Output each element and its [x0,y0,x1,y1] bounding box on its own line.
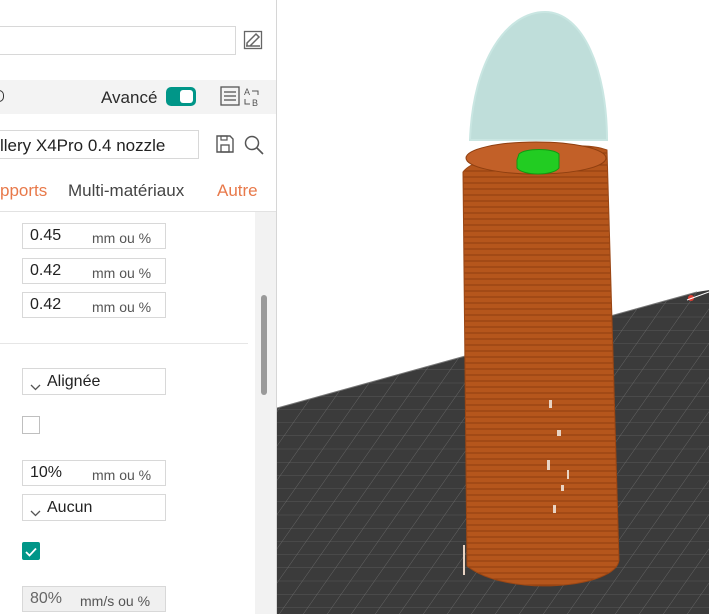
search-icon[interactable] [243,134,265,156]
scrollbar-track[interactable] [255,212,277,614]
check-icon [24,545,38,563]
chevron-down-icon [30,378,41,396]
settings-panel: Avancé A B llery X4Pro 0.4 nozzle pports… [0,0,277,614]
tab-other[interactable]: Autre [217,181,258,201]
model-body [462,145,620,587]
speed-field-unit: mm/s ou % [80,593,151,609]
tab-supports[interactable]: pports [0,181,47,201]
checkbox-1[interactable] [22,416,40,434]
green-support [516,149,560,175]
toggle-knob [180,90,193,103]
pattern-select-value: Alignée [47,373,101,390]
line-width-1-unit: mm ou % [92,230,152,246]
printer-preset-value: llery X4Pro 0.4 nozzle [0,136,166,155]
line-width-2-unit: mm ou % [92,265,152,281]
svg-text:B: B [252,98,258,108]
scrollbar-thumb[interactable] [261,295,267,395]
percent-field-value: 10% [30,464,63,481]
svg-text:A: A [244,87,250,97]
advanced-toggle[interactable] [166,87,196,106]
translucent-cap [468,10,609,141]
ironing-select[interactable] [22,494,166,521]
speed-field-value: 80% [30,590,63,607]
checkbox-2[interactable] [22,542,40,560]
line-width-3-unit: mm ou % [92,299,152,315]
name-field[interactable] [0,26,236,55]
edit-icon[interactable] [242,29,264,51]
save-icon[interactable] [215,134,235,154]
line-width-2-value: 0.42 [30,262,62,279]
3d-viewport[interactable] [277,0,709,614]
tab-multi-materials[interactable]: Multi-matériaux [68,181,184,201]
chevron-down-icon [30,504,41,522]
percent-field-unit: mm ou % [92,467,152,483]
viewport-scene [277,10,709,614]
section-divider [0,343,248,344]
list-compare-icon[interactable]: A B [219,85,265,109]
ironing-select-value: Aucun [47,499,93,516]
line-width-3-value: 0.42 [30,296,62,313]
line-width-1-value: 0.45 [30,227,62,244]
advanced-label: Avancé [101,88,158,107]
tab-divider [0,211,277,212]
